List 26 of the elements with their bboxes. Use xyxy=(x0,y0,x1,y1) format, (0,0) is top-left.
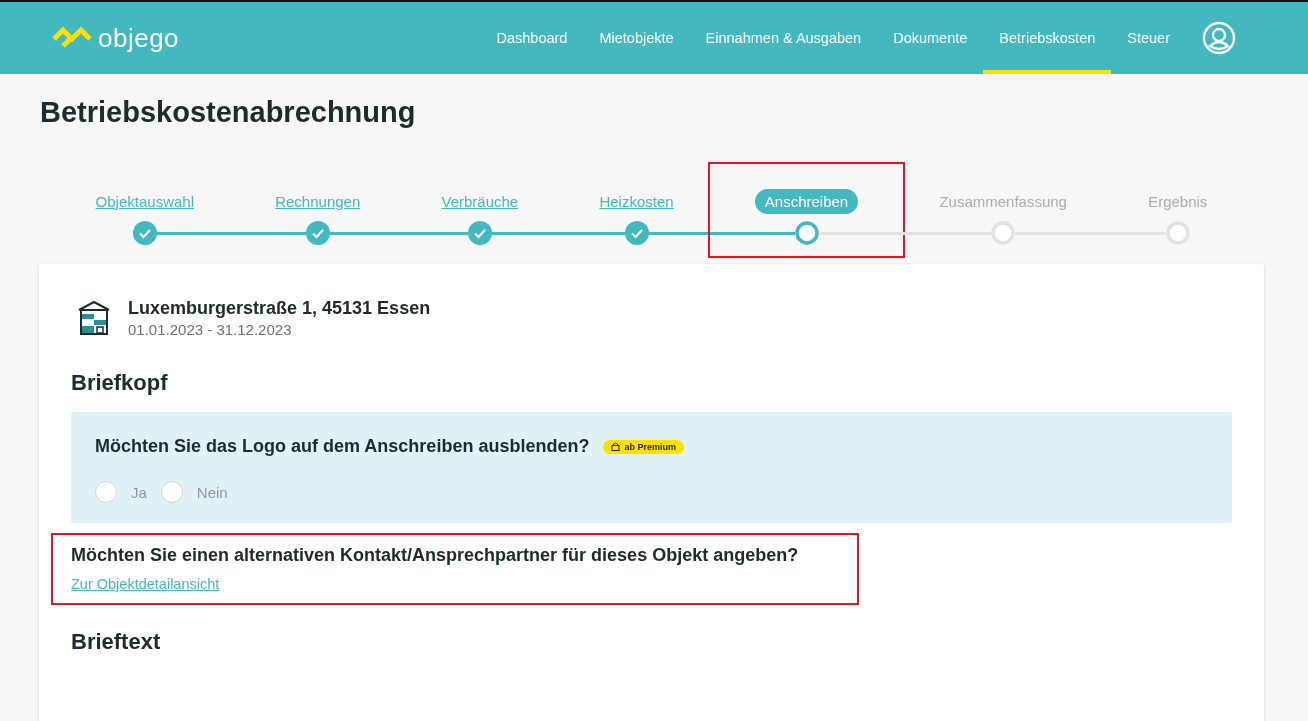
section-heading: Briefkopf xyxy=(71,370,169,396)
step-link[interactable]: Rechnungen xyxy=(275,192,361,210)
step-label: Zusammenfassung xyxy=(939,192,1067,210)
house-icon xyxy=(77,300,111,336)
question-text: Möchten Sie einen alternativen Kontakt/Ansprechpartner für dieses Objekt angeben? xyxy=(71,545,800,566)
section-heading: Brieftext xyxy=(71,629,162,655)
user-profile-icon[interactable] xyxy=(1202,21,1236,55)
question-text: Möchten Sie das Logo auf dem Anschreiben ausblenden? xyxy=(95,436,590,457)
nav-tab[interactable]: Mietobjekte xyxy=(583,2,690,74)
page-title: Betriebskostenabrechnung xyxy=(39,95,417,130)
nav-tab[interactable]: Einnahmen & Ausgaben xyxy=(689,2,878,74)
billing-period: 01.01.2023 - 31.12.2023 xyxy=(128,321,293,338)
nav-tab[interactable]: Dashboard xyxy=(480,2,584,74)
step-label: Ergebnis xyxy=(1148,192,1208,210)
brand-name[interactable]: objego xyxy=(98,22,180,54)
nav-tab[interactable]: Betriebskosten xyxy=(983,2,1112,74)
step-link[interactable]: Heizkosten xyxy=(599,192,674,210)
detail-view-link[interactable]: Zur Objektdetailansicht xyxy=(71,576,220,592)
lock-icon xyxy=(611,442,621,451)
step-link[interactable]: Objektauswahl xyxy=(95,192,194,210)
step-link[interactable]: Verbräuche xyxy=(441,192,519,210)
badge-text: ab Premium xyxy=(624,441,676,452)
current-step-label: Anschreiben xyxy=(754,188,859,214)
nav-tab[interactable]: Steuer xyxy=(1111,2,1186,74)
nav-tab[interactable]: Dokumente xyxy=(877,2,984,74)
property-address: Luxemburgerstraße 1, 45131 Essen xyxy=(128,298,431,319)
